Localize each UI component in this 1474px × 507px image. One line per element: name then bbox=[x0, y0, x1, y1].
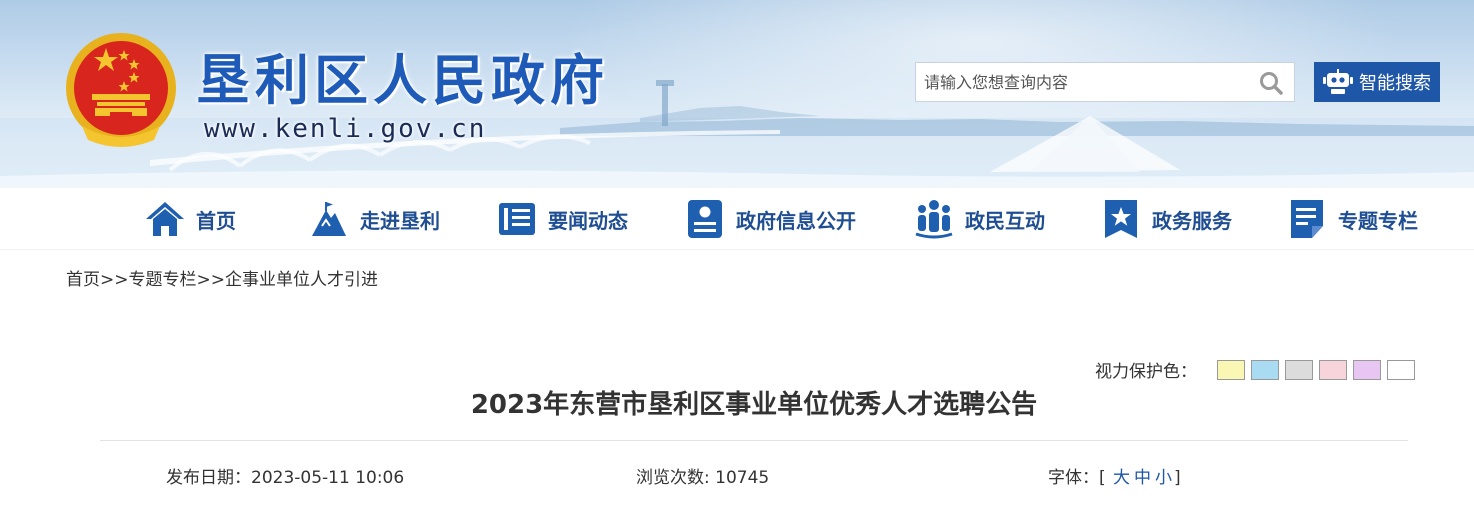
nav-label-interaction: 政民互动 bbox=[965, 208, 1045, 233]
nav-item-news[interactable]: 要闻动态 bbox=[496, 188, 628, 250]
color-swatch-purple[interactable] bbox=[1353, 359, 1381, 380]
view-count: 浏览次数: 10745 bbox=[636, 463, 769, 488]
nav-item-interaction[interactable]: 政民互动 bbox=[913, 188, 1045, 250]
view-count-label: 浏览次数: bbox=[636, 468, 716, 488]
font-size-medium-button[interactable]: 中 bbox=[1134, 468, 1151, 488]
color-swatch-pink[interactable] bbox=[1319, 359, 1347, 380]
site-title: 垦利区人民政府 bbox=[196, 49, 609, 112]
nav-item-gov-info-disclosure[interactable]: 政府信息公开 bbox=[684, 188, 856, 250]
breadcrumb-special-topics-link[interactable]: 专题专栏 bbox=[129, 270, 197, 290]
search-icon[interactable] bbox=[1258, 70, 1284, 96]
header-banner: 垦利区人民政府 www.kenli.gov.cn 智能搜索 bbox=[0, 0, 1474, 188]
nav-item-special-topics[interactable]: 专题专栏 bbox=[1286, 188, 1418, 250]
breadcrumb-home-link[interactable]: 首页 bbox=[66, 270, 100, 290]
publish-date: 发布日期：2023-05-11 10:06 bbox=[166, 463, 404, 488]
view-count-value: 10745 bbox=[715, 468, 770, 488]
robot-icon bbox=[1323, 69, 1353, 94]
nav-item-gov-services[interactable]: 政务服务 bbox=[1100, 188, 1232, 250]
nav-item-about-kenli[interactable]: 走进垦利 bbox=[308, 188, 440, 250]
eye-protection-colors: 视力保护色： bbox=[1095, 357, 1415, 382]
document-icon bbox=[1291, 200, 1323, 238]
search-box bbox=[915, 62, 1295, 102]
home-icon bbox=[146, 202, 184, 236]
nav-item-home[interactable]: 首页 bbox=[144, 188, 236, 250]
search-input[interactable] bbox=[924, 63, 1244, 101]
breadcrumb-separator: >> bbox=[100, 270, 129, 290]
breadcrumb-separator: >> bbox=[196, 270, 226, 290]
eye-protection-label: 视力保护色： bbox=[1095, 362, 1197, 382]
national-emblem-icon bbox=[66, 33, 176, 147]
article-title: 2023年东营市垦利区事业单位优秀人才选聘公告 bbox=[470, 390, 1038, 420]
font-size-small-button[interactable]: 小 bbox=[1155, 468, 1172, 488]
nav-label-gov-services: 政务服务 bbox=[1152, 208, 1232, 233]
nav-label-gov-info-disclosure: 政府信息公开 bbox=[736, 208, 856, 233]
main-nav: 首页 走进垦利 要闻动态 政府信息公开 政民互动 政务服务 专题专栏 bbox=[0, 188, 1474, 250]
color-swatch-white[interactable] bbox=[1387, 359, 1415, 380]
color-swatch-yellow[interactable] bbox=[1217, 359, 1245, 380]
smart-search-button[interactable]: 智能搜索 bbox=[1314, 62, 1440, 102]
color-swatch-gray[interactable] bbox=[1285, 359, 1313, 380]
mountain-icon bbox=[312, 202, 346, 236]
smart-search-label: 智能搜索 bbox=[1359, 73, 1431, 94]
color-swatch-blue[interactable] bbox=[1251, 359, 1279, 380]
breadcrumb-talent-link[interactable]: 企事业单位人才引进 bbox=[225, 270, 378, 290]
people-icon bbox=[915, 200, 953, 239]
title-divider bbox=[100, 440, 1408, 441]
nav-label-home: 首页 bbox=[196, 208, 236, 233]
star-bookmark-icon bbox=[1105, 200, 1137, 238]
nav-label-about-kenli: 走进垦利 bbox=[360, 208, 440, 233]
font-bracket-open: [ bbox=[1099, 468, 1106, 488]
nav-label-special-topics: 专题专栏 bbox=[1338, 208, 1418, 233]
font-size-switcher: 字体：[ 大中小] bbox=[1048, 463, 1181, 488]
publish-date-label: 发布日期： bbox=[166, 468, 251, 488]
nav-label-news: 要闻动态 bbox=[548, 208, 628, 233]
info-card-icon bbox=[688, 200, 722, 238]
site-url: www.kenli.gov.cn bbox=[204, 114, 487, 144]
news-icon bbox=[499, 203, 535, 235]
font-size-label: 字体： bbox=[1048, 468, 1099, 488]
publish-date-value: 2023-05-11 10:06 bbox=[251, 468, 405, 488]
font-size-large-button[interactable]: 大 bbox=[1113, 468, 1130, 488]
breadcrumb: 首页>>专题专栏>>企事业单位人才引进 bbox=[66, 265, 378, 290]
font-bracket-close: ] bbox=[1174, 468, 1181, 488]
